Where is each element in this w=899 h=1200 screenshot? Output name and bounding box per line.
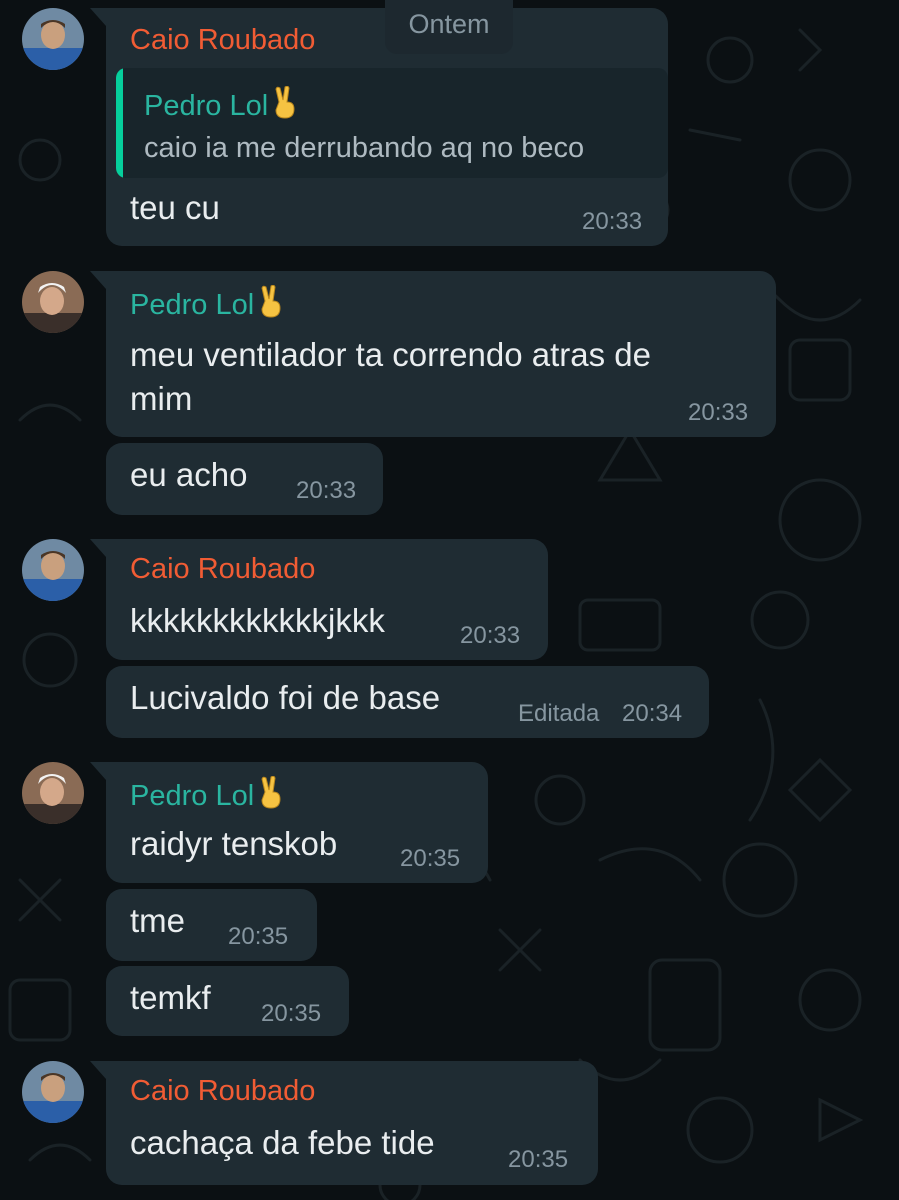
message-time: 20:33 <box>460 622 521 649</box>
date-separator: Ontem <box>385 0 513 54</box>
message-text: Lucivaldo foi de base <box>130 679 441 716</box>
message-bubble[interactable]: eu acho 20:33 <box>106 443 383 515</box>
message-bubble[interactable]: tme 20:35 <box>106 889 317 961</box>
message-text: eu acho <box>130 456 248 493</box>
message-bubble[interactable]: Caio Roubado cachaça da febe tide 20:35 <box>90 1061 598 1185</box>
quote-text: caio ia me derrubando aq no beco <box>144 132 585 164</box>
message-time: 20:35 <box>400 845 461 872</box>
message-text: raidyr tenskob <box>130 825 338 862</box>
sender-name[interactable]: Pedro Lol <box>130 285 286 322</box>
message-text: teu cu <box>130 189 220 226</box>
avatar-caio[interactable] <box>22 8 84 70</box>
message-text: kkkkkkkkkkkkjkkk <box>130 602 385 639</box>
victory-hand-emoji-icon <box>275 86 295 119</box>
message-edited-label: Editada <box>518 700 600 727</box>
victory-hand-emoji-icon <box>261 776 281 809</box>
message-time: 20:35 <box>261 1000 322 1027</box>
message-text: temkf <box>130 979 211 1016</box>
message-time: 20:35 <box>508 1146 569 1173</box>
message-bubble[interactable]: Pedro Lol meu ventilador ta correndo atr… <box>90 271 776 437</box>
victory-hand-emoji-icon <box>261 285 281 318</box>
sender-name[interactable]: Caio Roubado <box>130 1075 315 1108</box>
message-bubble[interactable]: Caio Roubado kkkkkkkkkkkkjkkk 20:33 <box>90 539 548 660</box>
reply-quote[interactable]: Pedro Lol caio ia me derrubando aq no be… <box>116 68 668 178</box>
message-text: tme <box>130 902 186 939</box>
message-time: 20:33 <box>582 208 643 235</box>
sender-name[interactable]: Caio Roubado <box>130 24 315 57</box>
message-bubble[interactable]: Lucivaldo foi de base Editada 20:34 <box>106 666 709 738</box>
quote-bar <box>116 68 123 178</box>
sender-name[interactable]: Pedro Lol <box>130 776 286 813</box>
message-time: 20:34 <box>622 700 683 727</box>
message-text: cachaça da febe tide <box>130 1124 435 1161</box>
message-bubble[interactable]: Pedro Lol raidyr tenskob 20:35 <box>90 762 488 883</box>
message-time: 20:35 <box>228 923 289 950</box>
quote-sender: Pedro Lol <box>144 86 300 123</box>
message-time: 20:33 <box>296 477 357 504</box>
avatar-pedro[interactable] <box>22 762 84 824</box>
message-time: 20:33 <box>688 399 749 426</box>
avatar-caio[interactable] <box>22 1061 84 1123</box>
message-text-line: mim <box>130 380 193 417</box>
avatar-caio[interactable] <box>22 539 84 601</box>
sender-name[interactable]: Caio Roubado <box>130 553 315 586</box>
message-bubble[interactable]: temkf 20:35 <box>106 966 349 1036</box>
avatar-pedro[interactable] <box>22 271 84 333</box>
message-text-line: meu ventilador ta correndo atras de <box>130 336 651 373</box>
